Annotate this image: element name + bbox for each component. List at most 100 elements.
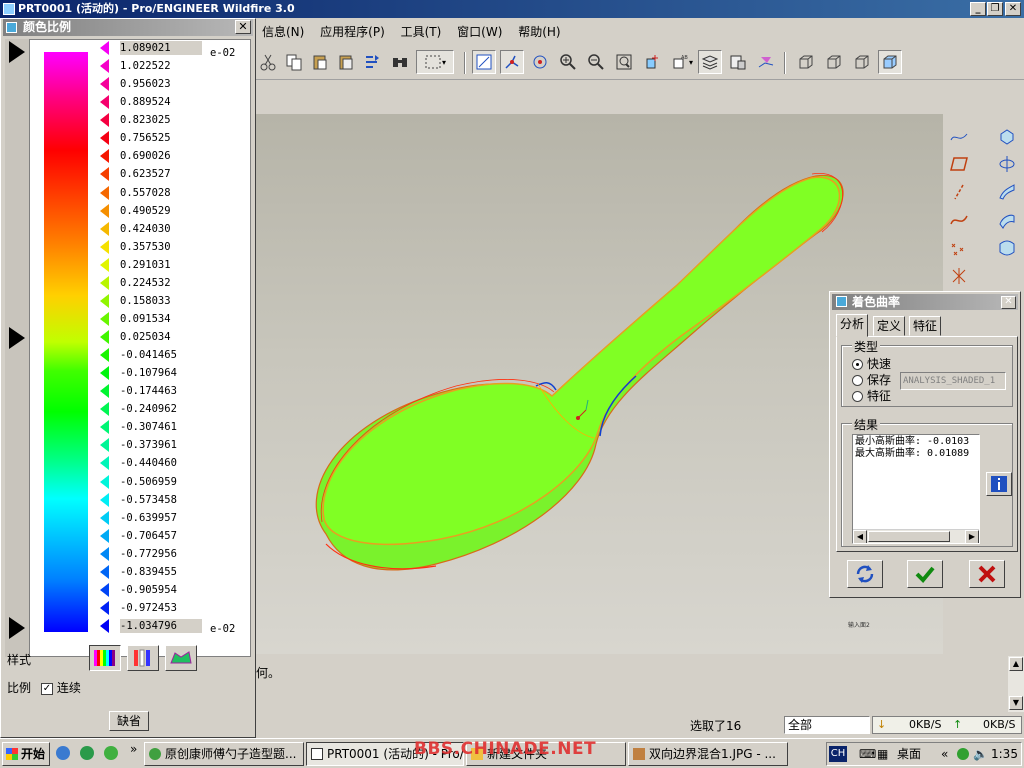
menu-window[interactable]: 窗口(W) — [451, 22, 508, 42]
tick-marker-icon[interactable] — [100, 546, 109, 561]
spin-center-icon[interactable] — [528, 50, 552, 74]
close-window-button[interactable]: ✕ — [1005, 2, 1021, 16]
cut-icon[interactable] — [256, 50, 280, 74]
filter-dropdown[interactable]: 全部 — [784, 716, 870, 734]
volume-icon[interactable]: 🔈 — [973, 743, 988, 765]
analysis-name-field[interactable]: ANALYSIS_SHADED_1 — [900, 372, 1006, 390]
datum-axes-icon[interactable] — [500, 50, 524, 74]
maximize-button[interactable]: ❐ — [987, 2, 1003, 16]
datum-curve-icon[interactable] — [946, 208, 972, 232]
scroll-down-icon[interactable]: ▼ — [1009, 696, 1023, 710]
datum-display-icon[interactable] — [472, 50, 496, 74]
results-scrollbar[interactable]: ◀ ▶ — [853, 529, 979, 543]
tick-marker-icon[interactable] — [100, 131, 109, 146]
sweep-icon[interactable] — [994, 180, 1020, 204]
tab-analysis[interactable]: 分析 — [836, 314, 869, 337]
desktop-label[interactable]: 桌面 — [897, 743, 921, 765]
orient-icon[interactable] — [640, 50, 664, 74]
datum-axis-icon[interactable] — [946, 180, 972, 204]
tick-marker-icon[interactable] — [100, 582, 109, 597]
menu-tools[interactable]: 工具(T) — [395, 22, 448, 42]
media-player-icon[interactable] — [80, 746, 94, 760]
scroll-up-icon[interactable]: ▲ — [1009, 657, 1023, 671]
tick-marker-icon[interactable] — [100, 456, 109, 471]
continuous-checkbox[interactable]: ✓ 连续 — [41, 679, 81, 696]
wireframe-icon[interactable] — [794, 50, 818, 74]
regenerate-icon[interactable] — [360, 50, 384, 74]
coordinate-system-icon[interactable] — [946, 264, 972, 288]
tick-marker-icon[interactable] — [100, 113, 109, 128]
tick-marker-icon[interactable] — [100, 185, 109, 200]
tray-app-icon[interactable] — [957, 748, 969, 760]
radio-quick[interactable]: 快速 — [852, 356, 891, 372]
task-forum-post[interactable]: 原创康师傅勺子造型题... — [144, 742, 304, 766]
info-button[interactable] — [986, 472, 1012, 496]
default-button[interactable]: 缺省 — [109, 711, 149, 731]
quick-launch-icon[interactable] — [104, 746, 118, 760]
ie-icon[interactable] — [56, 746, 70, 760]
datum-plane-icon[interactable] — [946, 152, 972, 176]
tick-marker-icon[interactable] — [100, 438, 109, 453]
tick-marker-icon[interactable] — [100, 348, 109, 363]
tick-marker-icon[interactable] — [100, 41, 109, 55]
tick-marker-icon[interactable] — [100, 239, 109, 254]
tick-marker-icon[interactable] — [100, 564, 109, 579]
layers-icon[interactable] — [698, 50, 722, 74]
ok-button[interactable] — [907, 560, 943, 588]
paste-icon[interactable] — [308, 50, 332, 74]
tick-marker-icon[interactable] — [100, 510, 109, 525]
tick-marker-icon[interactable] — [100, 600, 109, 615]
view-manager-icon[interactable] — [726, 50, 750, 74]
no-hidden-icon[interactable] — [850, 50, 874, 74]
scroll-right-icon[interactable]: ▶ — [965, 530, 979, 543]
input-method[interactable]: CH — [829, 746, 847, 762]
extrude-icon[interactable] — [994, 124, 1020, 148]
minimize-button[interactable]: _ — [970, 2, 986, 16]
scale-value[interactable]: 1.089021 — [120, 41, 202, 55]
desktop-icon[interactable]: ▦ — [877, 743, 888, 765]
start-button[interactable]: 开始 — [2, 742, 50, 766]
hidden-line-icon[interactable] — [822, 50, 846, 74]
tick-marker-icon[interactable] — [100, 619, 109, 633]
appearance-icon[interactable] — [754, 50, 778, 74]
tick-marker-icon[interactable] — [100, 330, 109, 344]
tick-marker-icon[interactable] — [100, 474, 109, 489]
cancel-button[interactable] — [969, 560, 1005, 588]
top-slider-arrow-icon[interactable] — [9, 41, 25, 63]
tick-marker-icon[interactable] — [100, 275, 109, 290]
zoom-out-icon[interactable] — [584, 50, 608, 74]
menu-applications[interactable]: 应用程序(P) — [314, 22, 391, 42]
tab-definition[interactable]: 定义 — [873, 316, 906, 336]
tick-marker-icon[interactable] — [100, 366, 109, 381]
tick-marker-icon[interactable] — [100, 492, 109, 507]
radio-feature[interactable]: 特征 — [852, 388, 891, 404]
dialog-close-button[interactable]: ✕ — [1001, 296, 1016, 309]
menu-help[interactable]: 帮助(H) — [512, 22, 566, 42]
color-scale-title-bar[interactable]: 颜色比例 ✕ — [3, 19, 253, 36]
tick-marker-icon[interactable] — [100, 221, 109, 236]
tick-marker-icon[interactable] — [100, 420, 109, 435]
boundary-blend-icon[interactable] — [994, 236, 1020, 260]
sketch-icon[interactable] — [946, 124, 972, 148]
tick-marker-icon[interactable] — [100, 149, 109, 164]
scroll-left-icon[interactable]: ◀ — [853, 530, 867, 543]
tick-marker-icon[interactable] — [100, 293, 109, 308]
tick-marker-icon[interactable] — [100, 311, 109, 326]
blend-icon[interactable] — [994, 208, 1020, 232]
tick-marker-icon[interactable] — [100, 402, 109, 417]
zoom-in-icon[interactable] — [556, 50, 580, 74]
scale-value[interactable]: -1.034796 — [120, 619, 202, 633]
tick-marker-icon[interactable] — [100, 528, 109, 543]
tick-marker-icon[interactable] — [100, 95, 109, 110]
message-scrollbar[interactable]: ▲ ▼ — [1008, 656, 1024, 712]
search-tool-icon[interactable] — [388, 50, 412, 74]
color-scale-close-button[interactable]: ✕ — [235, 20, 251, 34]
menu-info[interactable]: 信息(N) — [256, 22, 310, 42]
revolve-icon[interactable] — [994, 152, 1020, 176]
tick-marker-icon[interactable] — [100, 257, 109, 272]
bottom-slider-arrow-icon[interactable] — [9, 617, 25, 639]
paste-special-icon[interactable] — [334, 50, 358, 74]
refit-icon[interactable] — [612, 50, 636, 74]
quick-launch-more-icon[interactable]: » — [130, 742, 137, 756]
tick-marker-icon[interactable] — [100, 77, 109, 92]
